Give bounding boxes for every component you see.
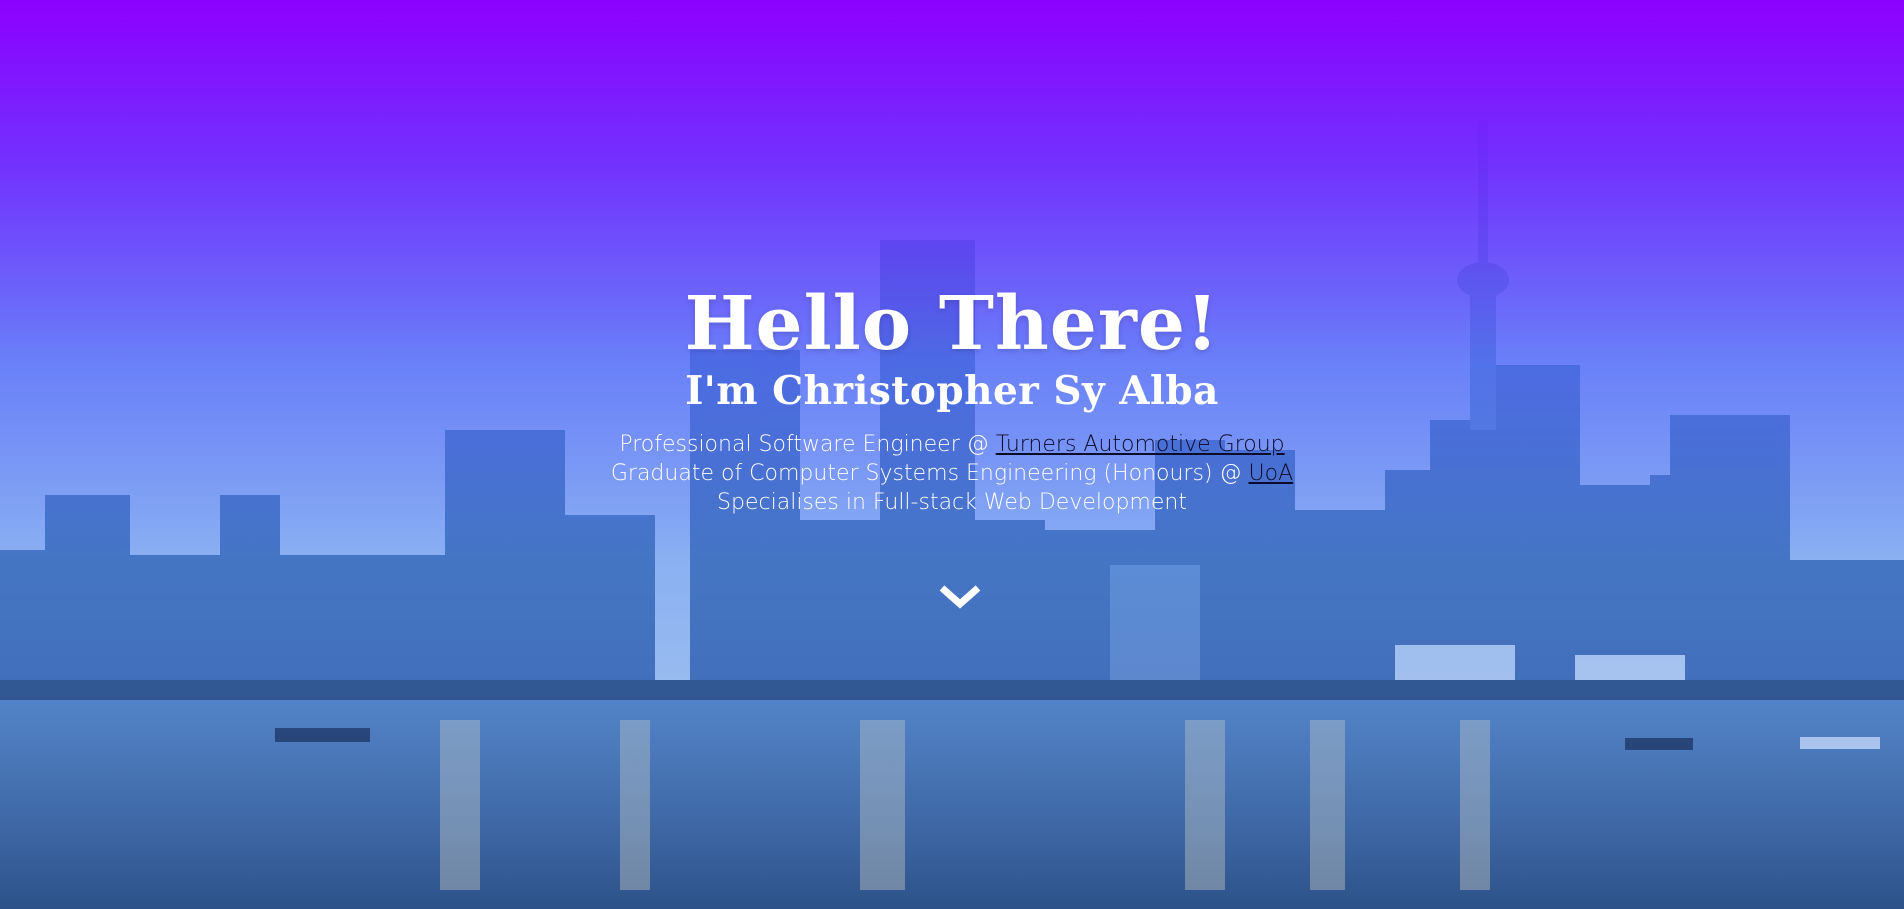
chevron-down-icon[interactable]	[938, 582, 982, 612]
hero-title: Hello There!	[684, 281, 1220, 367]
university-link[interactable]: UoA	[1249, 461, 1294, 486]
education-line: Graduate of Computer Systems Engineering…	[0, 459, 1904, 488]
specialty-line: Specialises in Full-stack Web Developmen…	[717, 490, 1187, 515]
employment-line: Professional Software Engineer @ Turners…	[0, 430, 1904, 459]
hero-section: Hello There! I'm Christopher Sy Alba Pro…	[0, 0, 1904, 909]
hero-subtitle: I'm Christopher Sy Alba	[685, 368, 1219, 414]
employment-text: Professional Software Engineer @	[619, 432, 996, 457]
hero-content: Hello There! I'm Christopher Sy Alba Pro…	[0, 282, 1904, 517]
employer-link[interactable]: Turners Automotive Group	[996, 432, 1285, 457]
education-text: Graduate of Computer Systems Engineering…	[610, 461, 1249, 486]
